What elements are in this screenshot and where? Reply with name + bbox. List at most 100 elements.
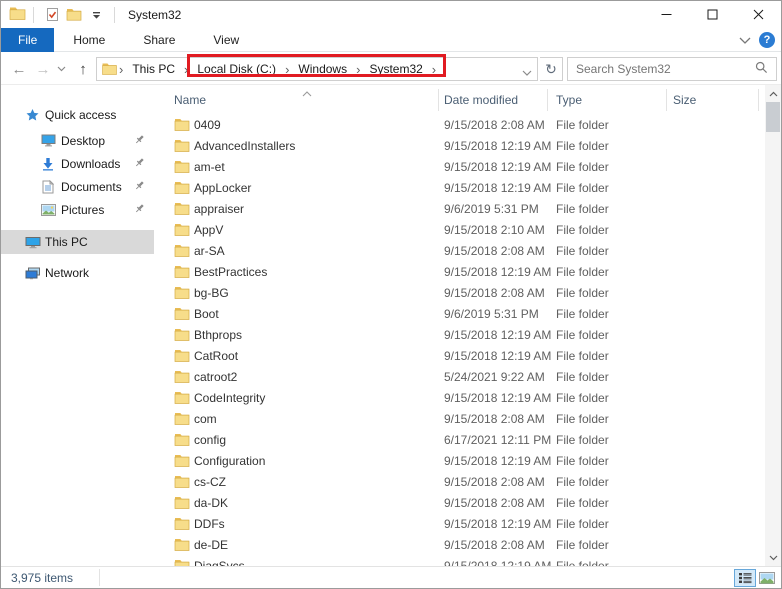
breadcrumb-separator-icon[interactable]: › — [432, 62, 436, 77]
date-modified: 9/15/2018 2:08 AM — [444, 412, 545, 426]
file-name: da-DK — [194, 496, 229, 510]
table-row[interactable]: de-DE 9/15/2018 2:08 AM File folder — [161, 535, 765, 556]
breadcrumb-system32[interactable]: System32 — [360, 62, 431, 76]
tab-home[interactable]: Home — [54, 28, 124, 52]
column-header-size[interactable]: Size — [673, 93, 696, 107]
breadcrumb-windows[interactable]: Windows — [289, 62, 356, 76]
table-row[interactable]: Boot 9/6/2019 5:31 PM File folder — [161, 304, 765, 325]
pin-icon — [134, 157, 145, 171]
vertical-scrollbar[interactable] — [765, 85, 781, 566]
table-row[interactable]: ar-SA 9/15/2018 2:08 AM File folder — [161, 241, 765, 262]
table-row[interactable]: am-et 9/15/2018 12:19 AM File folder — [161, 157, 765, 178]
folder-icon — [174, 328, 190, 344]
breadcrumb-this-pc[interactable]: This PC — [123, 62, 184, 76]
file-name: de-DE — [194, 538, 229, 552]
column-resize-handle[interactable] — [438, 89, 439, 111]
search-input[interactable] — [568, 62, 755, 76]
table-row[interactable]: cs-CZ 9/15/2018 2:08 AM File folder — [161, 472, 765, 493]
sidebar-item-network[interactable]: Network — [1, 261, 161, 285]
sort-ascending-icon[interactable] — [302, 86, 312, 100]
file-name: DiagSvcs — [194, 559, 245, 566]
close-button[interactable] — [735, 1, 781, 28]
tab-view[interactable]: View — [194, 28, 258, 52]
scrollbar-thumb[interactable] — [766, 102, 780, 132]
qat-customize-dropdown[interactable] — [85, 4, 107, 26]
folder-icon — [174, 160, 190, 176]
sidebar-item-label: Documents — [61, 179, 122, 194]
item-count: 3,975 items — [11, 571, 74, 585]
file-name: Bthprops — [194, 328, 243, 342]
breadcrumb-local-disk-c-[interactable]: Local Disk (C:) — [188, 62, 285, 76]
table-row[interactable]: AdvancedInstallers 9/15/2018 12:19 AM File… — [161, 136, 765, 157]
table-row[interactable]: bg-BG 9/15/2018 2:08 AM File folder — [161, 283, 765, 304]
forward-button[interactable]: → — [31, 57, 55, 81]
column-header-date-modified[interactable]: Date modified — [444, 93, 518, 107]
date-modified: 9/15/2018 12:19 AM — [444, 139, 552, 153]
tab-file[interactable]: File — [1, 28, 55, 52]
statusbar-separator — [99, 569, 100, 586]
qat-properties-button[interactable] — [41, 4, 63, 26]
table-row[interactable]: DDFs 9/15/2018 12:19 AM File folder — [161, 514, 765, 535]
table-row[interactable]: da-DK 9/15/2018 2:08 AM File folder — [161, 493, 765, 514]
table-row[interactable]: com 9/15/2018 2:08 AM File folder — [161, 409, 765, 430]
sidebar-item-label: Quick access — [45, 108, 117, 122]
sidebar-item-pictures[interactable]: Pictures — [1, 198, 161, 221]
window-title: System32 — [128, 7, 182, 22]
large-icons-view-button[interactable] — [756, 569, 778, 587]
scroll-up-arrow-icon[interactable] — [765, 85, 781, 102]
table-row[interactable]: DiagSvcs 9/15/2018 12:19 AM File folder — [161, 556, 765, 566]
table-row[interactable]: AppV 9/15/2018 2:10 AM File folder — [161, 220, 765, 241]
recent-locations-chevron[interactable] — [53, 57, 69, 81]
table-row[interactable]: appraiser 9/6/2019 5:31 PM File folder — [161, 199, 765, 220]
sidebar-item-downloads[interactable]: Downloads — [1, 152, 161, 175]
table-row[interactable]: catroot2 5/24/2021 9:22 AM File folder — [161, 367, 765, 388]
folder-icon — [174, 517, 190, 533]
table-row[interactable]: config 6/17/2021 12:11 PM File folder — [161, 430, 765, 451]
file-name: BestPractices — [194, 265, 268, 279]
table-row[interactable]: BestPractices 9/15/2018 12:19 AM File fold… — [161, 262, 765, 283]
search-box[interactable] — [567, 57, 777, 81]
tab-share[interactable]: Share — [124, 28, 194, 52]
back-button[interactable]: ← — [7, 57, 31, 81]
sidebar-item-label: This PC — [45, 235, 88, 249]
table-row[interactable]: CatRoot 9/15/2018 12:19 AM File folder — [161, 346, 765, 367]
date-modified: 5/24/2021 9:22 AM — [444, 370, 545, 384]
date-modified: 9/15/2018 12:19 AM — [444, 454, 552, 468]
sidebar-item-this-pc[interactable]: This PC — [1, 230, 154, 254]
file-type: File folder — [556, 202, 609, 216]
column-header-type[interactable]: Type — [556, 93, 582, 107]
details-view-button[interactable] — [734, 569, 756, 587]
explorer-folder-icon — [9, 6, 26, 23]
table-row[interactable]: Configuration 9/15/2018 12:19 AM File fold… — [161, 451, 765, 472]
up-button[interactable]: ↑ — [71, 57, 95, 81]
address-bar[interactable]: › This PC › Local Disk (C:) › Windows › System3… — [96, 57, 538, 81]
table-row[interactable]: Bthprops 9/15/2018 12:19 AM File folder — [161, 325, 765, 346]
address-dropdown-chevron[interactable] — [522, 66, 532, 80]
sidebar-item-documents[interactable]: Documents — [1, 175, 161, 198]
file-type: File folder — [556, 433, 609, 447]
sidebar-item-quick-access[interactable]: Quick access — [1, 103, 161, 127]
column-resize-handle[interactable] — [666, 89, 667, 111]
folder-icon — [174, 244, 190, 260]
column-resize-handle[interactable] — [547, 89, 548, 111]
column-resize-handle[interactable] — [758, 89, 759, 111]
sidebar-item-desktop[interactable]: Desktop — [1, 129, 161, 152]
documents-icon — [41, 179, 54, 194]
file-name: am-et — [194, 160, 225, 174]
scroll-down-arrow-icon[interactable] — [765, 549, 781, 566]
table-row[interactable]: CodeIntegrity 9/15/2018 12:19 AM File fold… — [161, 388, 765, 409]
search-icon[interactable] — [755, 61, 768, 77]
refresh-button[interactable]: ↻ — [540, 57, 563, 81]
folder-icon — [174, 475, 190, 491]
table-row[interactable]: 0409 9/15/2018 2:08 AM File folder — [161, 115, 765, 136]
file-type: File folder — [556, 307, 609, 321]
table-row[interactable]: AppLocker 9/15/2018 12:19 AM File folder — [161, 178, 765, 199]
qat-new-folder-button[interactable] — [63, 4, 85, 26]
minimize-button[interactable] — [643, 1, 689, 28]
expand-ribbon-chevron-icon[interactable] — [739, 33, 751, 47]
column-header-name[interactable]: Name — [174, 93, 206, 107]
folder-icon — [174, 538, 190, 554]
maximize-button[interactable] — [689, 1, 735, 28]
help-button[interactable]: ? — [759, 32, 775, 48]
folder-icon — [174, 454, 190, 470]
